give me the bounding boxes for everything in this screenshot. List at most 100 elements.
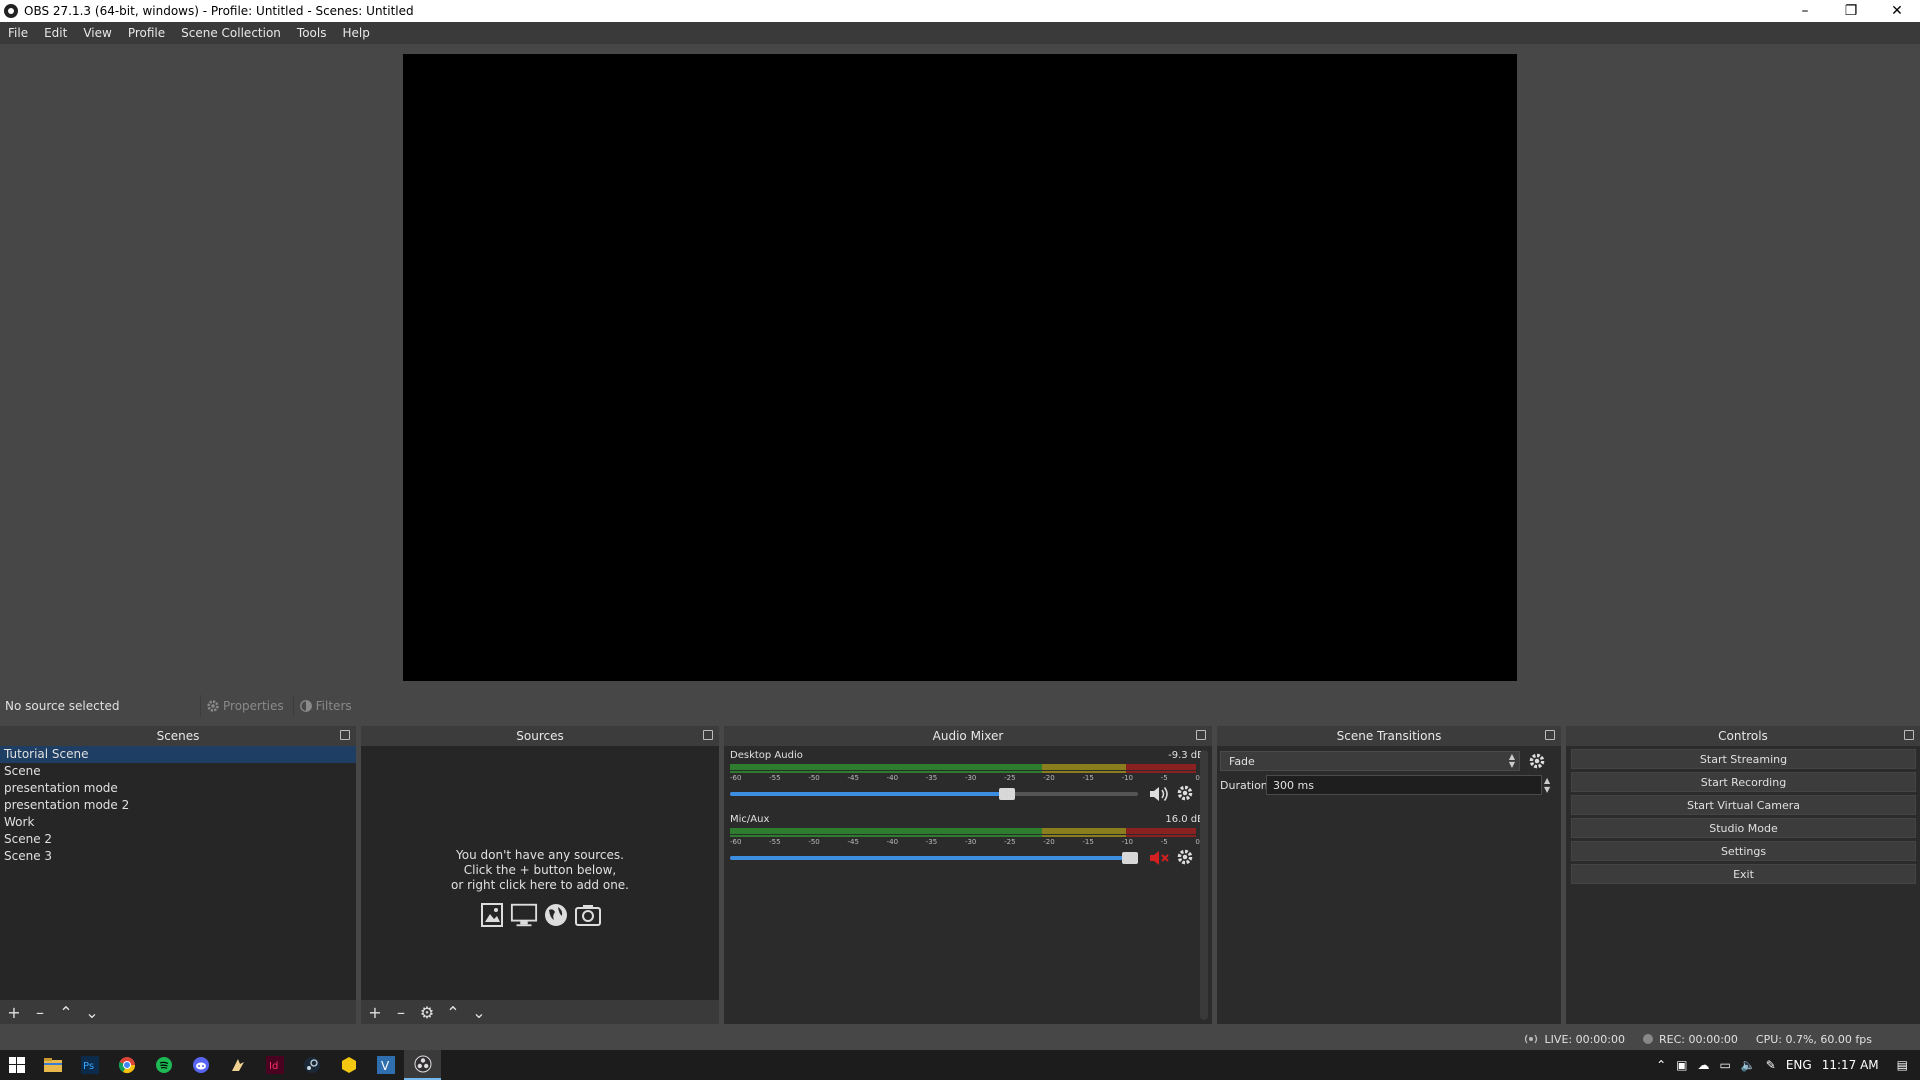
preview-canvas[interactable]	[403, 54, 1517, 681]
undock-icon[interactable]	[1904, 730, 1914, 740]
remove-scene-button[interactable]: –	[32, 1003, 48, 1022]
photoshop-icon[interactable]: Ps	[71, 1050, 108, 1080]
scene-item[interactable]: Scene	[0, 763, 356, 780]
start-button[interactable]	[0, 1050, 34, 1080]
window-title: OBS 27.1.3 (64-bit, windows) - Profile: …	[24, 4, 414, 18]
language-indicator[interactable]: ENG	[1786, 1058, 1812, 1072]
move-down-button[interactable]: ⌄	[471, 1003, 487, 1022]
obs-icon[interactable]	[404, 1050, 441, 1080]
broadcast-icon	[1524, 1034, 1537, 1044]
add-scene-button[interactable]: +	[6, 1003, 22, 1022]
live-time: LIVE: 00:00:00	[1544, 1032, 1626, 1046]
title-bar: OBS 27.1.3 (64-bit, windows) - Profile: …	[0, 0, 1920, 22]
gear-icon[interactable]	[1528, 752, 1546, 770]
speaker-icon[interactable]	[1148, 784, 1172, 804]
move-up-button[interactable]: ⌃	[445, 1003, 461, 1022]
controls-title: Controls	[1718, 729, 1768, 743]
menu-tools[interactable]: Tools	[289, 26, 335, 40]
transition-select[interactable]: Fade ▲ ▼	[1220, 751, 1520, 771]
muted-speaker-icon[interactable]	[1148, 848, 1172, 868]
menu-help[interactable]: Help	[334, 26, 377, 40]
controls-panel: Start Streaming Start Recording Start Vi…	[1566, 746, 1920, 1024]
app-icon[interactable]	[330, 1050, 367, 1080]
add-source-button[interactable]: +	[367, 1003, 383, 1022]
app-icon[interactable]	[219, 1050, 256, 1080]
clock[interactable]: 11:17 AM	[1822, 1058, 1879, 1072]
menu-file[interactable]: File	[0, 26, 36, 40]
scene-item[interactable]: presentation mode	[0, 780, 356, 797]
remove-source-button[interactable]: –	[393, 1003, 409, 1022]
volume-slider[interactable]	[730, 852, 1138, 864]
close-button[interactable]: ✕	[1874, 0, 1920, 22]
network-icon[interactable]: ▭	[1719, 1058, 1730, 1072]
menu-scene-collection[interactable]: Scene Collection	[173, 26, 289, 40]
notification-icon[interactable]: ▤	[1897, 1058, 1908, 1072]
volume-meter	[730, 771, 1196, 773]
duration-input[interactable]: 300 ms	[1266, 775, 1542, 795]
volume-icon[interactable]: 🔈	[1741, 1058, 1756, 1072]
undock-icon[interactable]	[1196, 730, 1206, 740]
source-type-icons	[361, 901, 719, 929]
scene-item[interactable]: Scene 2	[0, 831, 356, 848]
move-up-button[interactable]: ⌃	[58, 1003, 74, 1022]
studio-mode-button[interactable]: Studio Mode	[1571, 818, 1916, 838]
undock-icon[interactable]	[703, 730, 713, 740]
spin-arrows-icon[interactable]: ▲ ▼	[1544, 776, 1550, 794]
rec-time: REC: 00:00:00	[1659, 1032, 1738, 1046]
source-settings-button[interactable]: ⚙	[419, 1003, 435, 1022]
gear-icon[interactable]	[1176, 784, 1196, 804]
updown-arrow-icon: ▲ ▼	[1508, 752, 1515, 769]
meter-tick-label: -60	[730, 774, 742, 782]
mixer-channel: Desktop Audio -9.3 dB -60 -55 -50 -45 -40 -35…	[724, 748, 1212, 810]
sources-panel[interactable]: You don't have any sources. Click the + …	[361, 746, 719, 1024]
restore-button[interactable]: ❐	[1828, 0, 1874, 22]
filters-button[interactable]: Filters	[292, 695, 357, 717]
slider-handle[interactable]	[999, 788, 1015, 800]
slider-fill	[730, 856, 1130, 860]
sources-toolbar: + – ⚙ ⌃ ⌄	[361, 1000, 719, 1024]
svg-text:Ps: Ps	[83, 1061, 94, 1072]
pen-icon[interactable]: ✎	[1766, 1058, 1776, 1072]
start-virtual-camera-button[interactable]: Start Virtual Camera	[1571, 795, 1916, 815]
settings-button[interactable]: Settings	[1571, 841, 1916, 861]
menu-profile[interactable]: Profile	[120, 26, 173, 40]
channel-db: -9.3 dB	[1168, 750, 1204, 761]
empty-line: Click the + button below,	[463, 863, 617, 877]
volume-slider[interactable]	[730, 788, 1138, 800]
properties-button[interactable]: Properties	[200, 695, 289, 717]
empty-line: or right click here to add one.	[451, 878, 629, 892]
minimize-button[interactable]: –	[1782, 0, 1828, 22]
scene-item[interactable]: Work	[0, 814, 356, 831]
file-explorer-icon[interactable]	[34, 1050, 71, 1080]
move-down-button[interactable]: ⌄	[84, 1003, 100, 1022]
gear-icon[interactable]	[1176, 848, 1196, 868]
chevron-up-icon[interactable]: ⌃	[1656, 1058, 1666, 1072]
indesign-icon[interactable]: Id	[256, 1050, 293, 1080]
window-controls: – ❐ ✕	[1782, 0, 1920, 22]
meet-icon[interactable]: ▣	[1676, 1058, 1687, 1072]
scene-item[interactable]: Scene 3	[0, 848, 356, 865]
gear-icon	[207, 700, 219, 712]
duration-row: Duration 300 ms ▲ ▼	[1220, 775, 1550, 795]
discord-icon[interactable]	[182, 1050, 219, 1080]
cloud-icon[interactable]: ☁	[1697, 1058, 1709, 1072]
menu-view[interactable]: View	[75, 26, 119, 40]
empty-line: You don't have any sources.	[456, 848, 624, 862]
volume-meter	[730, 835, 1196, 837]
audio-mixer-dock: Audio Mixer Desktop Audio -9.3 dB -60 -55…	[724, 726, 1212, 1024]
chrome-icon[interactable]	[108, 1050, 145, 1080]
undock-icon[interactable]	[1545, 730, 1555, 740]
start-recording-button[interactable]: Start Recording	[1571, 772, 1916, 792]
sources-header: Sources	[361, 726, 719, 746]
scene-item[interactable]: Tutorial Scene	[0, 746, 356, 763]
start-streaming-button[interactable]: Start Streaming	[1571, 749, 1916, 769]
undock-icon[interactable]	[340, 730, 350, 740]
menu-edit[interactable]: Edit	[36, 26, 75, 40]
exit-button[interactable]: Exit	[1571, 864, 1916, 884]
steam-icon[interactable]	[293, 1050, 330, 1080]
slider-handle[interactable]	[1122, 852, 1138, 864]
scene-item[interactable]: presentation mode 2	[0, 797, 356, 814]
vectorworks-icon[interactable]: V	[367, 1050, 404, 1080]
scrollbar[interactable]	[1200, 750, 1208, 1020]
spotify-icon[interactable]	[145, 1050, 182, 1080]
